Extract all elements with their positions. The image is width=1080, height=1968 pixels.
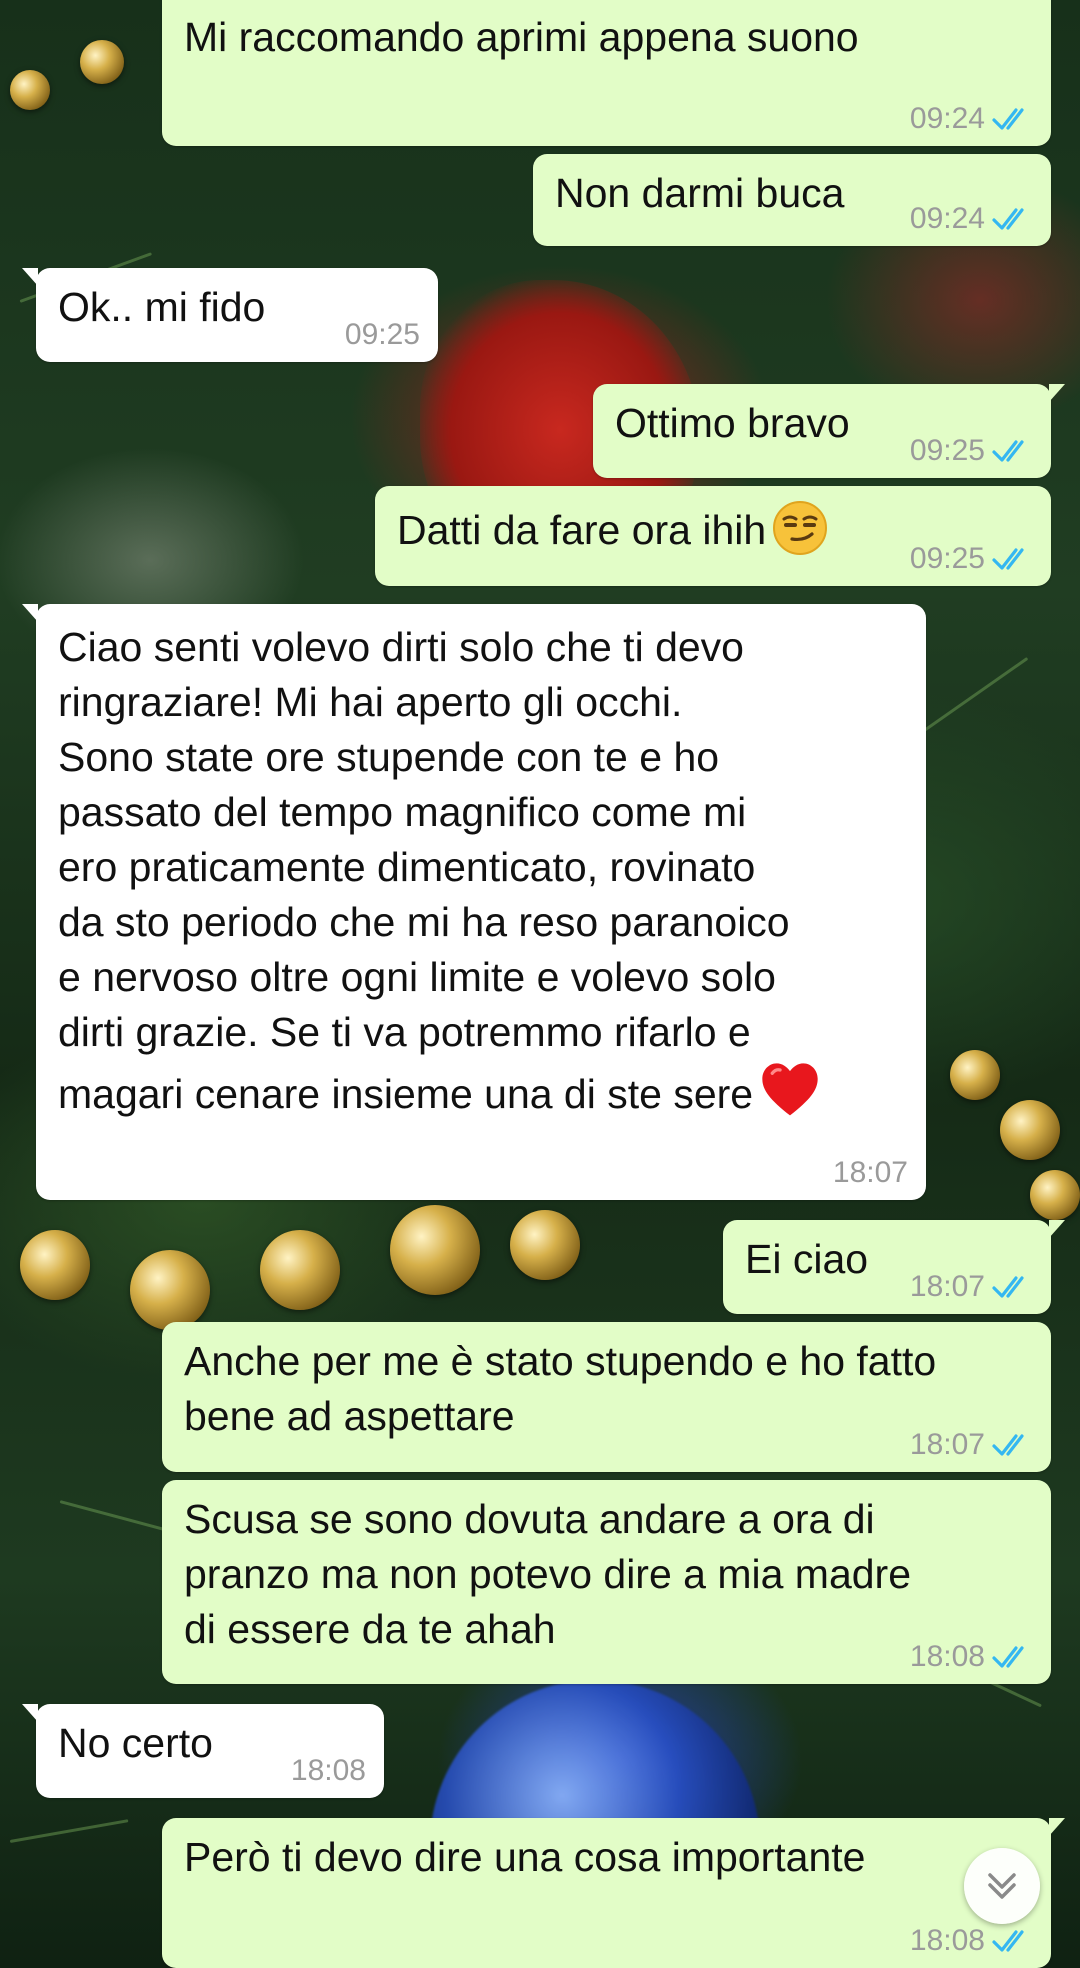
- message-text: Mi raccomando aprimi appena suono: [184, 14, 859, 60]
- message-text: Scusa se sono dovuta andare a ora di pra…: [184, 1496, 912, 1652]
- message-text: Ciao senti volevo dirti solo che ti devo…: [58, 624, 790, 1117]
- message-bubble-outgoing[interactable]: Ei ciao 18:07: [723, 1220, 1065, 1314]
- double-check-icon: [992, 1930, 1024, 1952]
- message-bubble-outgoing[interactable]: Scusa se sono dovuta andare a ora di pra…: [162, 1480, 1051, 1684]
- message-meta: 09:25: [910, 434, 1033, 468]
- message-meta: 18:07: [833, 1156, 908, 1190]
- message-time: 18:08: [909, 1924, 985, 1957]
- message-meta: 18:07: [910, 1428, 1033, 1462]
- message-bubble-outgoing[interactable]: Ottimo bravo 09:25: [593, 384, 1065, 478]
- message-time: 09:24: [909, 102, 985, 135]
- message-bubble-outgoing[interactable]: Non darmi buca 09:24: [533, 154, 1051, 246]
- message-time: 18:08: [290, 1754, 366, 1787]
- chevron-double-down-icon: [988, 1873, 1016, 1899]
- message-time: 18:08: [909, 1640, 985, 1673]
- double-check-icon: [992, 1276, 1024, 1298]
- message-meta: 18:08: [291, 1754, 366, 1788]
- message-text: Però ti devo dire una cosa importante: [184, 1834, 866, 1880]
- message-bubble-incoming[interactable]: No certo 18:08: [22, 1704, 384, 1798]
- message-bubble-outgoing[interactable]: Datti da fare ora ihih 09:25: [375, 486, 1051, 586]
- message-meta: 09:25: [910, 542, 1033, 576]
- message-bubble-outgoing[interactable]: Mi raccomando aprimi appena suono 09:24: [162, 0, 1051, 146]
- double-check-icon: [992, 1646, 1024, 1668]
- message-time: 18:07: [909, 1428, 985, 1461]
- message-time: 18:07: [832, 1156, 908, 1189]
- double-check-icon: [992, 108, 1024, 130]
- message-list[interactable]: Mi raccomando aprimi appena suono 09:24 …: [0, 0, 1080, 1968]
- message-text: Datti da fare ora ihih: [397, 507, 767, 553]
- message-meta: 18:08: [910, 1640, 1033, 1674]
- double-check-icon: [992, 208, 1024, 230]
- red-heart-emoji-icon: [762, 1063, 818, 1116]
- message-bubble-incoming[interactable]: Ok.. mi fido 09:25: [22, 268, 438, 362]
- message-time: 09:24: [909, 202, 985, 235]
- message-text-row: Ciao senti volevo dirti solo che ti devo…: [58, 620, 904, 1122]
- message-bubble-outgoing[interactable]: Però ti devo dire una cosa importante 18…: [162, 1818, 1065, 1968]
- message-time: 18:07: [909, 1270, 985, 1303]
- message-bubble-outgoing[interactable]: Anche per me è stato stupendo e ho fatto…: [162, 1322, 1051, 1472]
- message-meta: 09:24: [910, 102, 1033, 136]
- double-check-icon: [992, 1434, 1024, 1456]
- message-text: Anche per me è stato stupendo e ho fatto…: [184, 1338, 937, 1439]
- message-time: 09:25: [344, 318, 420, 351]
- double-check-icon: [992, 440, 1024, 462]
- smirking-face-emoji-icon: [773, 501, 828, 555]
- message-meta: 09:25: [345, 318, 420, 352]
- message-bubble-incoming[interactable]: Ciao senti volevo dirti solo che ti devo…: [22, 604, 926, 1200]
- scroll-to-bottom-button[interactable]: [964, 1848, 1040, 1924]
- message-meta: 09:24: [910, 202, 1033, 236]
- message-time: 09:25: [909, 542, 985, 575]
- message-time: 09:25: [909, 434, 985, 467]
- double-check-icon: [992, 548, 1024, 570]
- message-meta: 18:08: [910, 1924, 1033, 1958]
- message-meta: 18:07: [910, 1270, 1033, 1304]
